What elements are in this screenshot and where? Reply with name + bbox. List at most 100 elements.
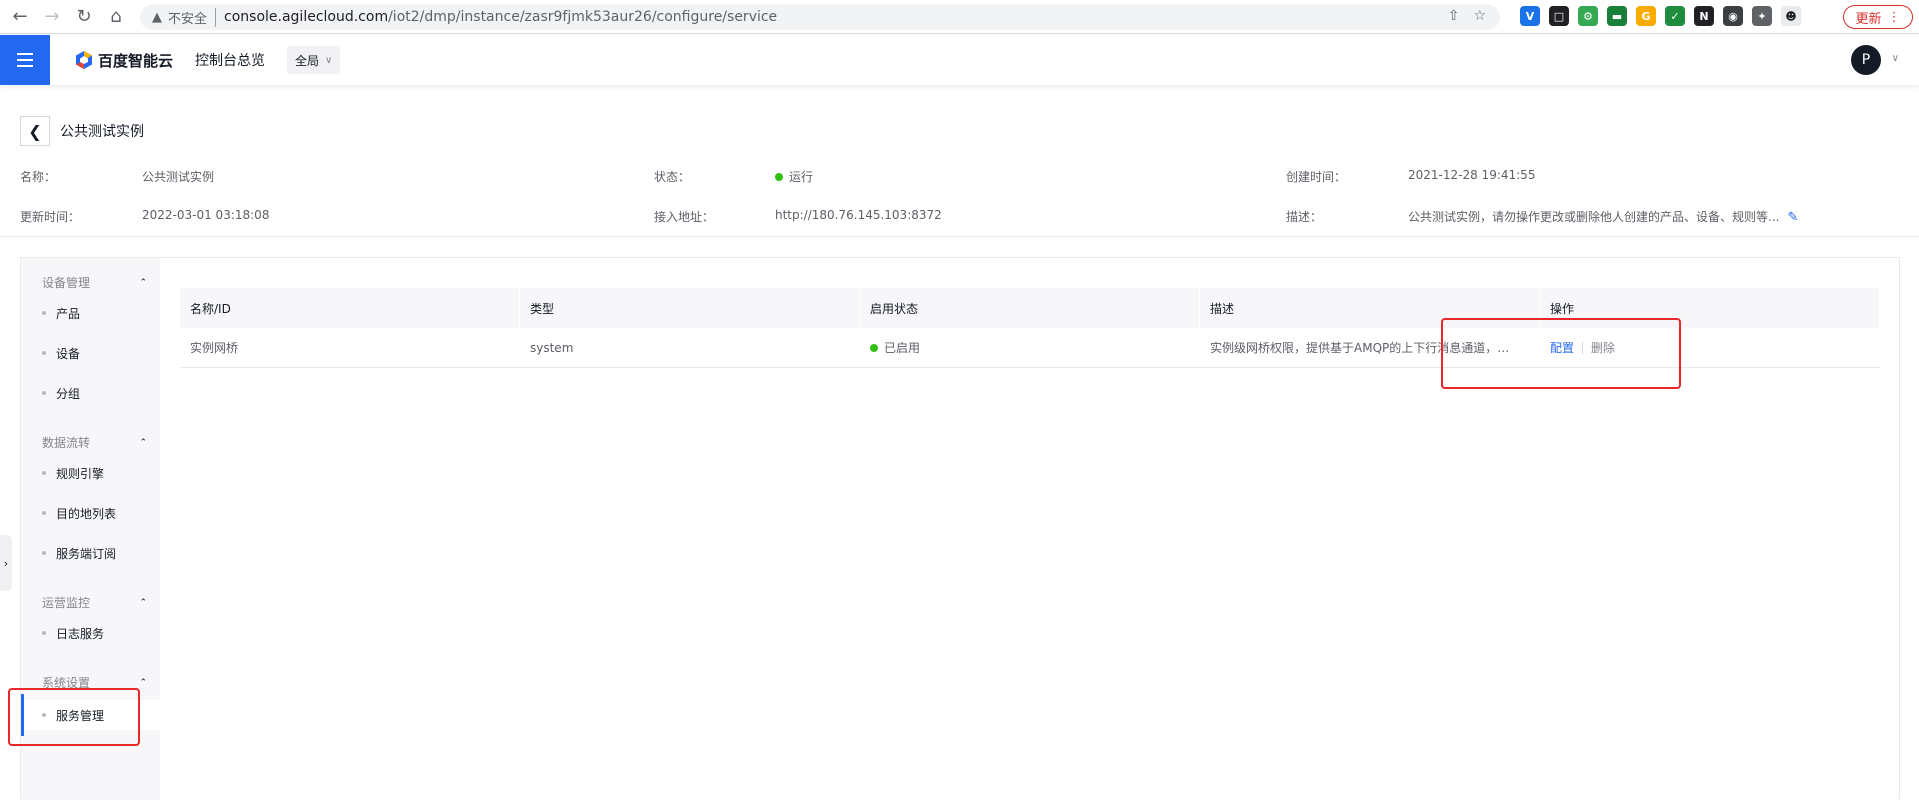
column-header-status: 启用状态 — [860, 288, 1200, 328]
cell-name: 实例网桥 — [190, 341, 239, 355]
insecure-label: 不安全 — [168, 7, 217, 27]
sidebar-group-label: 设备管理 — [42, 276, 91, 290]
extension-notion-icon[interactable]: N — [1694, 6, 1714, 26]
sidebar-group-label: 数据流转 — [42, 436, 91, 450]
menu-line — [17, 65, 33, 67]
chevron-right-icon: › — [3, 556, 9, 570]
extension-v-icon[interactable]: V — [1520, 6, 1540, 26]
extension-check-icon[interactable]: ✓ — [1665, 6, 1685, 26]
cell-type: system — [530, 340, 574, 355]
sidebar-item-log-service[interactable]: 日志服务 — [21, 618, 160, 648]
sidebar-item-label: 服务端订阅 — [56, 546, 117, 561]
bullet-icon — [42, 631, 46, 635]
status-dot-icon — [775, 173, 783, 181]
forward-arrow-icon[interactable]: → — [40, 5, 64, 29]
sidebar-group-label: 运营监控 — [42, 596, 91, 610]
endpoint-label: 接入地址： — [654, 210, 715, 224]
extension-bar-icon[interactable]: ▬ — [1607, 6, 1627, 26]
column-header-name: 名称/ID — [180, 288, 520, 328]
chevron-left-icon: ❮ — [28, 121, 42, 141]
info-divider — [0, 236, 1919, 237]
extensions-bar: V □ ⚙ ▬ G ✓ N ◉ ✦ ☻ — [1520, 6, 1801, 26]
bookmark-star-icon[interactable]: ☆ — [1473, 8, 1486, 24]
brand-logo-icon — [76, 51, 92, 69]
annotation-highlight-actions — [1441, 318, 1681, 389]
region-value: 全局 — [295, 53, 320, 68]
extension-mask-icon[interactable]: ◉ — [1723, 6, 1743, 26]
menu-line — [17, 59, 33, 61]
description-value: 公共测试实例，请勿操作更改或删除他人创建的产品、设备、规则等... — [1408, 210, 1780, 224]
sidebar-collapse-handle[interactable]: › — [0, 535, 12, 591]
description-value-wrap: 公共测试实例，请勿操作更改或删除他人创建的产品、设备、规则等... ✎ — [1408, 208, 1798, 225]
status-value: 运行 — [789, 170, 814, 184]
region-select[interactable]: 全局 ∨ — [287, 46, 341, 74]
status-dot-icon — [870, 343, 878, 352]
user-avatar[interactable]: P — [1851, 45, 1881, 75]
extension-g-icon[interactable]: G — [1636, 6, 1656, 26]
updated-value: 2022-03-01 03:18:08 — [142, 208, 270, 222]
name-value: 公共测试实例 — [142, 170, 215, 184]
extensions-puzzle-icon[interactable]: ✦ — [1752, 6, 1772, 26]
name-label: 名称： — [20, 170, 57, 184]
sidebar-item-label: 产品 — [56, 306, 81, 321]
sidebar-group-dataflow[interactable]: 数据流转 ⌃ — [42, 434, 147, 451]
sidebar-item-label: 日志服务 — [56, 626, 105, 641]
endpoint-value: http://180.76.145.103:8372 — [775, 208, 942, 222]
address-bar[interactable]: ▲ 不安全 console.agilecloud.com/iot2/dmp/in… — [140, 4, 1500, 30]
sidebar-item-product[interactable]: 产品 — [21, 298, 160, 328]
sidebar-item-group[interactable]: 分组 — [21, 378, 160, 408]
menu-line — [17, 53, 33, 55]
bullet-icon — [42, 511, 46, 515]
console-home-link[interactable]: 控制台总览 — [195, 50, 265, 70]
status-label: 状态： — [654, 170, 691, 184]
annotation-highlight-sidebar — [8, 688, 140, 746]
sidebar-item-label: 分组 — [56, 386, 81, 401]
bullet-icon — [42, 391, 46, 395]
bullet-icon — [42, 351, 46, 355]
cell-status: 已启用 — [860, 328, 1200, 367]
extension-square-icon[interactable]: □ — [1549, 6, 1569, 26]
sidebar-item-label: 目的地列表 — [56, 506, 117, 521]
back-arrow-icon[interactable]: ← — [8, 5, 32, 29]
created-value: 2021-12-28 19:41:55 — [1408, 168, 1536, 182]
more-vert-icon: ⋮ — [1887, 9, 1901, 25]
chevron-up-icon: ⌃ — [139, 437, 147, 448]
chevron-up-icon: ⌃ — [139, 677, 147, 688]
chevron-up-icon: ⌃ — [139, 277, 147, 288]
sidebar-item-label: 规则引擎 — [56, 466, 105, 481]
update-label: 更新 — [1855, 11, 1882, 27]
app-header: 百度智能云 控制台总览 全局 ∨ P ∨ — [0, 35, 1919, 85]
bullet-icon — [42, 471, 46, 475]
brand-name: 百度智能云 — [98, 51, 174, 70]
status-text: 已启用 — [884, 341, 921, 355]
sidebar-item-device[interactable]: 设备 — [21, 338, 160, 368]
browser-update-button[interactable]: 更新 ⋮ — [1843, 5, 1913, 29]
updated-label: 更新时间： — [20, 210, 81, 224]
browser-toolbar: ← → ↻ ⌂ ▲ 不安全 console.agilecloud.com/iot… — [0, 0, 1919, 34]
extension-gear-icon[interactable]: ⚙ — [1578, 6, 1598, 26]
sidebar-group-device[interactable]: 设备管理 ⌃ — [42, 274, 147, 291]
hamburger-menu-button[interactable] — [0, 35, 50, 85]
chevron-up-icon: ⌃ — [139, 597, 147, 608]
back-button[interactable]: ❮ — [20, 116, 50, 146]
edit-icon[interactable]: ✎ — [1787, 210, 1798, 225]
bullet-icon — [42, 311, 46, 315]
created-label: 创建时间： — [1286, 170, 1347, 184]
description-label: 描述： — [1286, 210, 1323, 224]
sidebar-item-destinations[interactable]: 目的地列表 — [21, 498, 160, 528]
sidebar-item-server-subscription[interactable]: 服务端订阅 — [21, 538, 160, 568]
chevron-down-icon: ∨ — [325, 54, 333, 66]
sidebar-group-monitoring[interactable]: 运营监控 ⌃ — [42, 594, 147, 611]
status-value-wrap: 运行 — [775, 168, 813, 185]
brand-logo[interactable]: 百度智能云 — [74, 50, 173, 71]
home-icon[interactable]: ⌂ — [104, 5, 128, 29]
reload-icon[interactable]: ↻ — [72, 5, 96, 29]
sidebar-item-rule-engine[interactable]: 规则引擎 — [21, 458, 160, 488]
url-host: console.agilecloud.com — [224, 9, 389, 25]
share-icon[interactable]: ⇧ — [1448, 8, 1460, 24]
bullet-icon — [42, 551, 46, 555]
chevron-down-icon[interactable]: ∨ — [1892, 53, 1899, 64]
profile-icon[interactable]: ☻ — [1781, 6, 1801, 26]
column-header-type: 类型 — [520, 288, 860, 328]
url-path: /iot2/dmp/instance/zasr9fjmk53aur26/conf… — [388, 9, 778, 25]
